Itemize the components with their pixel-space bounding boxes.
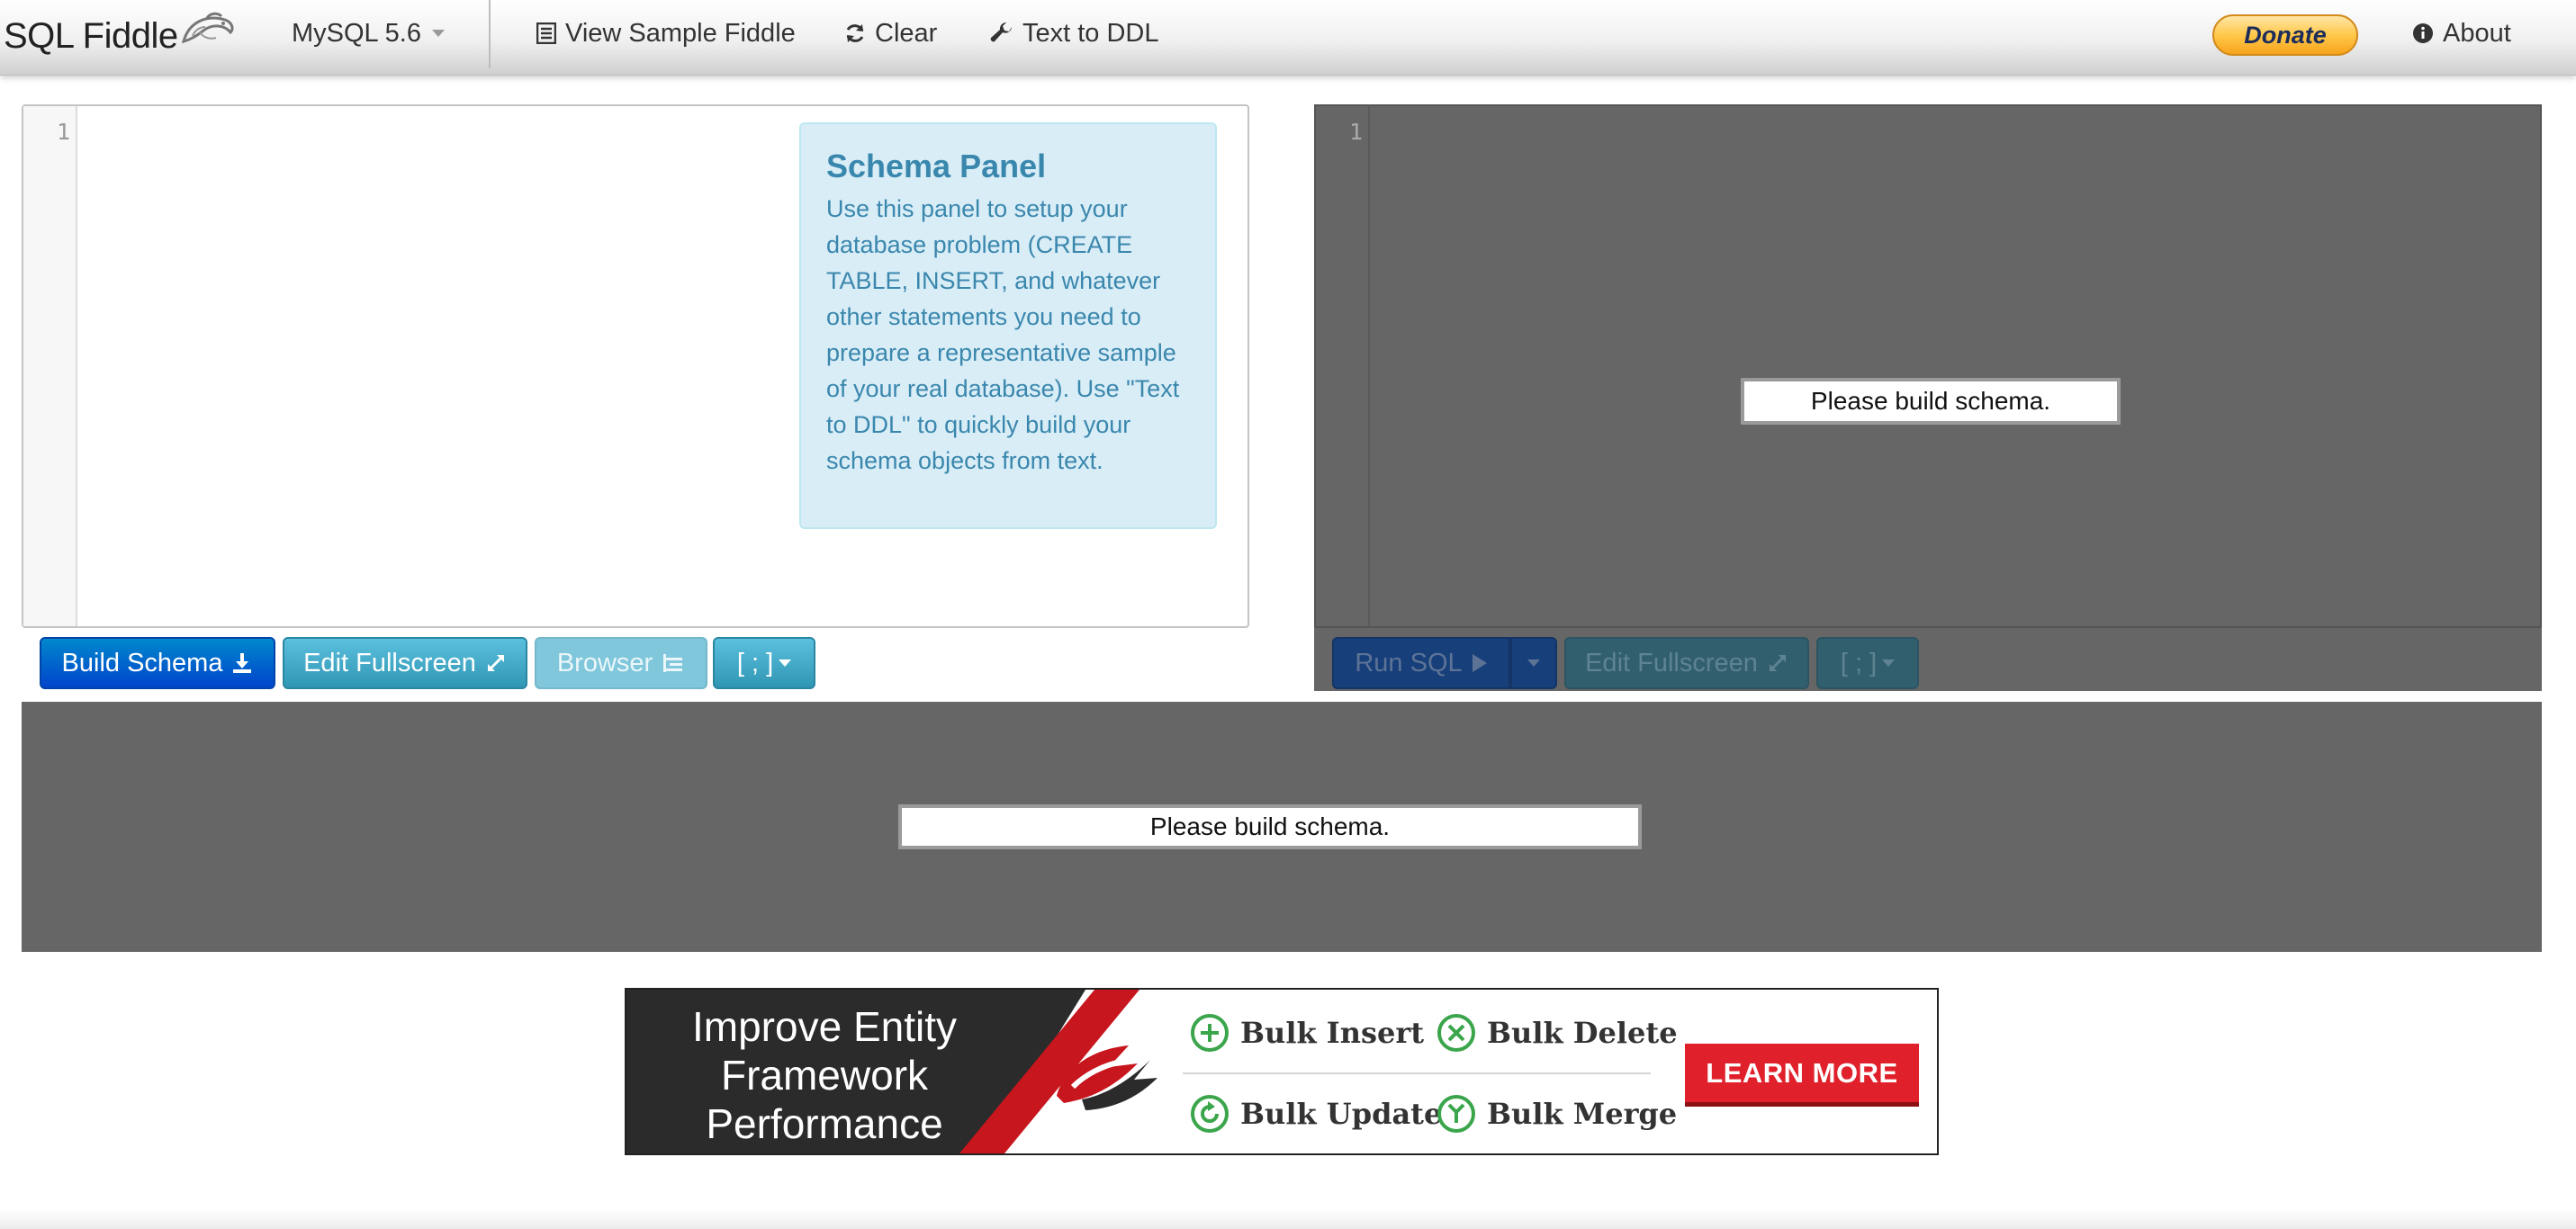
footer-edge <box>0 1209 2576 1229</box>
dolphin-logo-icon <box>180 11 236 51</box>
chevron-down-icon <box>431 30 445 37</box>
chevron-down-icon <box>1527 659 1540 667</box>
results-status-message: Please build schema. <box>898 804 1642 849</box>
ad-feature-bulk-delete: Bulk Delete <box>1437 1013 1678 1053</box>
ad-feature-bulk-update-label: Bulk Update <box>1240 1097 1443 1131</box>
query-status-message: Please build schema. <box>1741 378 2121 425</box>
ad-headline-line-2: Framework <box>720 1052 929 1099</box>
tree-icon <box>662 652 685 674</box>
about-label: About <box>2443 18 2511 48</box>
run-sql-options-dropdown[interactable] <box>1510 637 1557 689</box>
ad-feature-bulk-merge-label: Bulk Merge <box>1487 1097 1678 1131</box>
refresh-circle-icon <box>1190 1094 1229 1134</box>
text-to-ddl-label: Text to DDL <box>1022 18 1159 48</box>
expand-icon <box>485 652 507 674</box>
info-icon <box>2412 22 2434 44</box>
help-text: Use this panel to setup your database pr… <box>826 195 1180 474</box>
view-sample-fiddle-link[interactable]: View Sample Fiddle <box>536 0 796 67</box>
plus-circle-icon <box>1190 1013 1229 1053</box>
schema-help-box: Schema Panel Use this panel to setup you… <box>799 122 1217 529</box>
schema-editor[interactable]: 1 Schema Panel Use this panel to setup y… <box>22 104 1249 628</box>
refresh-icon <box>844 22 866 44</box>
db-version-dropdown[interactable]: MySQL 5.6 <box>292 0 445 67</box>
chevron-down-icon <box>1882 659 1896 667</box>
build-schema-label: Build Schema <box>61 648 223 677</box>
statement-terminator-label: [ ; ] <box>736 648 774 677</box>
ad-feature-bulk-merge: Bulk Merge <box>1437 1094 1677 1134</box>
query-statement-terminator-label: [ ; ] <box>1840 648 1878 677</box>
top-navbar: SQL Fiddle MySQL 5.6 View Sample Fiddle … <box>0 0 2576 76</box>
navbar-divider <box>489 0 491 68</box>
donate-button[interactable]: Donate <box>2212 14 2358 56</box>
query-editor-gutter: 1 <box>1316 106 1370 626</box>
wrench-icon <box>990 22 1013 45</box>
line-number: 1 <box>1348 119 1363 145</box>
learn-more-button[interactable]: LEARN MORE <box>1685 1044 1919 1107</box>
ad-headline-line-3: Performance <box>706 1100 943 1147</box>
line-number: 1 <box>56 119 70 145</box>
ad-feature-bulk-delete-label: Bulk Delete <box>1487 1016 1678 1050</box>
play-icon <box>1472 653 1488 673</box>
browser-label: Browser <box>556 648 653 677</box>
schema-editor-gutter: 1 <box>23 106 77 626</box>
about-link[interactable]: About <box>2412 0 2511 67</box>
text-to-ddl-link[interactable]: Text to DDL <box>990 0 1159 67</box>
merge-circle-icon <box>1437 1094 1476 1134</box>
expand-icon <box>1767 652 1788 674</box>
ad-feature-bulk-insert: Bulk Insert <box>1190 1013 1424 1053</box>
download-icon <box>231 652 253 674</box>
query-statement-terminator-dropdown[interactable]: [ ; ] <box>1816 637 1919 689</box>
list-icon <box>536 22 556 44</box>
clear-link[interactable]: Clear <box>844 0 937 67</box>
run-sql-label: Run SQL <box>1355 648 1463 677</box>
db-version-label: MySQL 5.6 <box>292 18 421 48</box>
view-sample-fiddle-label: View Sample Fiddle <box>565 18 796 48</box>
query-edit-fullscreen-label: Edit Fullscreen <box>1585 648 1758 677</box>
query-edit-fullscreen-button[interactable]: Edit Fullscreen <box>1564 637 1809 689</box>
ad-banner[interactable]: Improve Entity Framework Performance Bul… <box>625 988 1939 1155</box>
ad-feature-bulk-insert-label: Bulk Insert <box>1240 1016 1425 1050</box>
query-editor[interactable]: 1 Please build schema. <box>1314 104 2542 628</box>
edit-fullscreen-label: Edit Fullscreen <box>303 648 476 677</box>
brand[interactable]: SQL Fiddle <box>4 11 236 59</box>
build-schema-button[interactable]: Build Schema <box>40 637 275 689</box>
ad-headline-line-1: Improve Entity <box>692 1003 957 1050</box>
ad-feature-bulk-update: Bulk Update <box>1190 1094 1442 1134</box>
query-panel: 1 Please build schema. <box>1314 104 2542 691</box>
edit-fullscreen-button[interactable]: Edit Fullscreen <box>283 637 527 689</box>
chevron-down-icon <box>779 659 792 667</box>
run-sql-button[interactable]: Run SQL <box>1332 637 1510 689</box>
clear-label: Clear <box>875 18 938 48</box>
statement-terminator-dropdown[interactable]: [ ; ] <box>713 637 815 689</box>
x-circle-icon <box>1437 1013 1476 1053</box>
browser-button[interactable]: Browser <box>535 637 707 689</box>
brand-name[interactable]: SQL Fiddle <box>4 16 178 57</box>
help-title: Schema Panel <box>826 148 1047 184</box>
ad-divider <box>1183 1072 1651 1074</box>
zzz-logo-icon <box>1046 1033 1165 1120</box>
ad-headline: Improve Entity Framework Performance <box>644 1002 1004 1148</box>
results-panel: Please build schema. <box>22 702 2542 952</box>
